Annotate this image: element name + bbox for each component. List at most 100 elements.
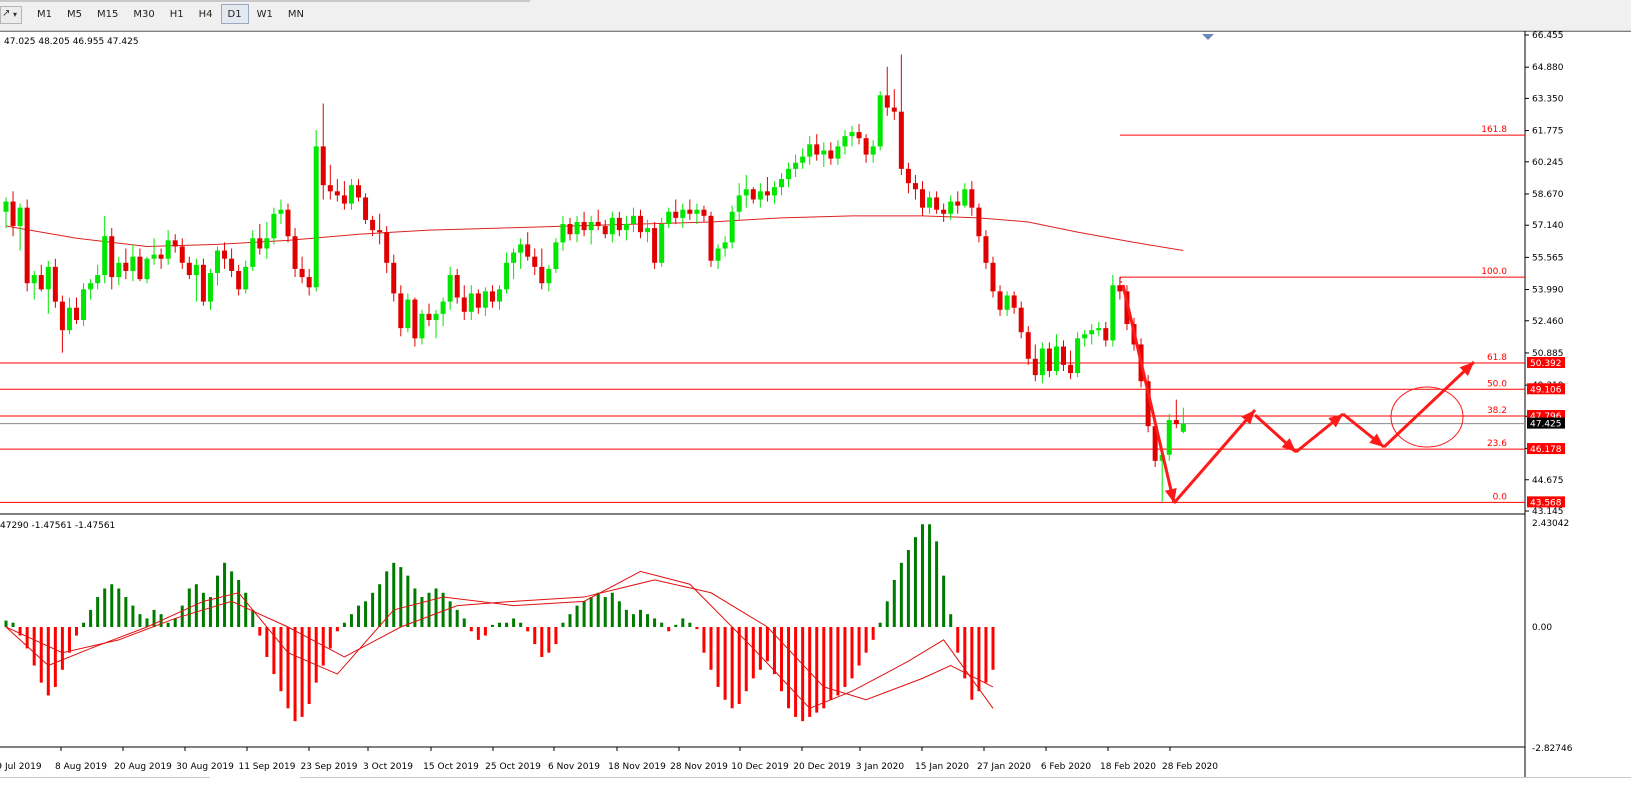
macd-bar: [364, 601, 368, 628]
candle-body: [3, 201, 9, 212]
macd-bar: [533, 627, 537, 645]
candle-body: [1110, 285, 1116, 341]
macd-bar: [138, 614, 142, 628]
macd-bar: [335, 627, 339, 632]
candle-body: [327, 185, 333, 192]
candle-body: [920, 189, 925, 208]
current-price-label: 47.425: [1530, 420, 1562, 430]
candle-body: [292, 236, 298, 269]
candle-body: [1018, 307, 1024, 333]
macd-bar: [942, 575, 946, 628]
candle-body: [123, 262, 129, 271]
macd-bar: [342, 622, 346, 628]
timeframe-m5-button[interactable]: M5: [60, 4, 89, 24]
macd-bar: [956, 627, 960, 653]
macd-bar: [469, 627, 473, 632]
macd-bar: [455, 609, 459, 628]
fib-level-label: 161.8: [1481, 125, 1507, 135]
candle-body: [884, 95, 890, 108]
timeframe-toolbar: ↗ ▾ M1 M5 M15 M30 H1 H4 D1 W1 MN: [0, 0, 1631, 31]
macd-bar: [899, 562, 903, 628]
price-tick-label: 43.145: [1532, 507, 1564, 517]
candle-body: [165, 240, 171, 259]
macd-bar: [681, 618, 685, 628]
time-axis-label: 11 Sep 2019: [238, 762, 295, 772]
candle-body: [405, 299, 411, 329]
macd-bar: [512, 618, 516, 628]
macd-bar: [667, 627, 671, 632]
price-tick-label: 57.140: [1532, 221, 1564, 231]
candle-body: [560, 223, 566, 243]
candle-body: [236, 270, 242, 290]
macd-bar: [166, 622, 170, 628]
candle-body: [898, 111, 904, 169]
macd-bar: [237, 579, 241, 628]
candle-body: [1180, 423, 1186, 432]
toolbar-separator: [0, 0, 530, 2]
timeframe-h4-button[interactable]: H4: [192, 4, 220, 24]
price-tick-label: 60.245: [1532, 158, 1564, 168]
macd-bar: [208, 597, 212, 628]
macd-bar: [420, 597, 424, 628]
macd-bar: [617, 601, 621, 628]
candle-body: [1103, 328, 1109, 341]
macd-bar: [110, 584, 114, 628]
candle-body: [609, 217, 615, 235]
candle-body: [52, 266, 58, 302]
candle-body: [370, 219, 376, 231]
macd-bar: [89, 609, 93, 628]
timeframe-d1-button[interactable]: D1: [220, 4, 249, 24]
candle-body: [88, 283, 94, 290]
time-axis-label: 30 Aug 2019: [176, 762, 234, 772]
macd-bar: [653, 618, 657, 628]
macd-bar: [32, 627, 36, 666]
candle-body: [66, 307, 72, 331]
drawing-tool-dropdown[interactable]: ↗ ▾: [0, 6, 22, 24]
timeframe-m15-button[interactable]: M15: [90, 4, 125, 24]
price-chart[interactable]: 66.455 64.880 63.350 61.775 60.245 58.670 57.1…: [0, 31, 1631, 777]
candle-body: [497, 289, 502, 302]
macd-bar: [949, 614, 953, 628]
macd-bar: [39, 627, 43, 683]
timeframe-mn-button[interactable]: MN: [281, 4, 311, 24]
candle-body: [793, 162, 799, 169]
fib-level-label: 50.0: [1487, 379, 1507, 389]
time-axis-label: 28 Nov 2019: [670, 762, 728, 772]
candle-body: [468, 293, 474, 312]
macd-bar: [399, 567, 403, 628]
macd-bar: [476, 627, 480, 640]
time-axis-label: 6 Nov 2019: [548, 762, 600, 772]
timeframe-h1-button[interactable]: H1: [163, 4, 191, 24]
candle-body: [1173, 420, 1179, 425]
macd-bar: [462, 618, 466, 628]
candle-body: [652, 228, 658, 263]
macd-bar: [251, 609, 255, 628]
time-axis-label: 8 Aug 2019: [55, 762, 107, 772]
candle-body: [74, 307, 79, 320]
macd-bar: [935, 541, 939, 628]
macd-bar: [244, 592, 248, 628]
candle-body: [377, 230, 383, 233]
candle-body: [158, 254, 164, 259]
timeframe-m30-button[interactable]: M30: [126, 4, 161, 24]
price-tag-label: 43.568: [1530, 498, 1562, 508]
candle-body: [299, 268, 305, 278]
fib-level-label: 23.6: [1487, 439, 1507, 449]
candle-body: [306, 277, 312, 288]
macd-bar: [258, 627, 262, 636]
timeframe-w1-button[interactable]: W1: [250, 4, 280, 24]
macd-bar: [737, 627, 741, 705]
candle-body: [1032, 358, 1038, 376]
candle-body: [426, 313, 432, 320]
candle-body: [616, 217, 622, 231]
macd-bar: [582, 601, 586, 628]
candle-body: [59, 301, 65, 331]
macd-bar: [646, 614, 650, 628]
candle-body: [623, 223, 629, 231]
macd-bar: [194, 584, 198, 628]
timeframe-m1-button[interactable]: M1: [30, 4, 59, 24]
macd-bar: [483, 627, 487, 636]
candle-body: [151, 254, 157, 259]
candle-body: [708, 215, 714, 261]
macd-bar: [554, 627, 558, 645]
